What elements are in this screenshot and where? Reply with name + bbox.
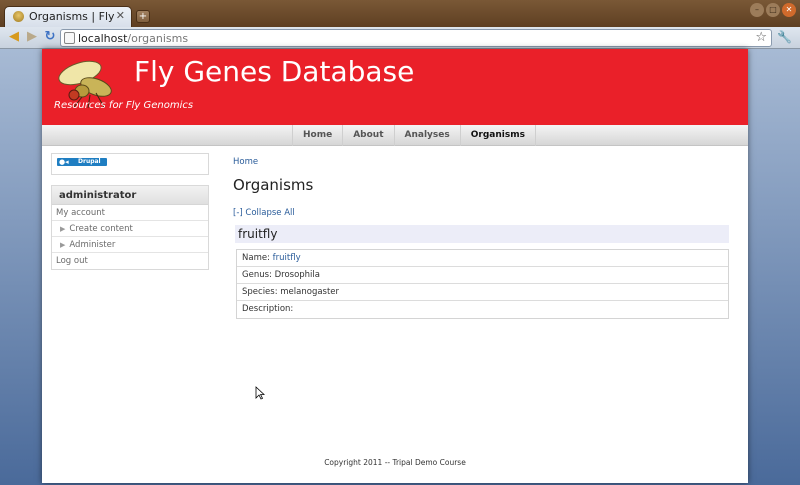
page-title: Organisms	[233, 176, 314, 194]
triangle-right-icon: ▶	[60, 241, 66, 249]
organism-details-table: Name: fruitfly Genus: Drosophila Species…	[236, 249, 729, 319]
triangle-right-icon: ▶	[60, 225, 66, 233]
new-tab-button[interactable]: +	[136, 10, 150, 23]
breadcrumb[interactable]: Home	[233, 157, 258, 167]
browser-viewport: Fly Genes Database Resources for Fly Gen…	[0, 49, 800, 485]
page-icon	[64, 32, 75, 44]
favicon-icon	[13, 11, 24, 22]
reload-icon[interactable]: ↻	[42, 29, 58, 45]
tab-close-icon[interactable]: ✕	[116, 9, 125, 22]
primary-nav-list: Home About Analyses Organisms	[292, 125, 536, 146]
maximize-icon[interactable]: □	[766, 3, 780, 17]
site-footer: Copyright 2011 -- Tripal Demo Course	[324, 458, 466, 467]
drupal-badge-label: Drupal	[78, 158, 101, 165]
page-container: Fly Genes Database Resources for Fly Gen…	[42, 49, 748, 483]
menu-item-label: Log out	[56, 256, 88, 266]
menu-item-create-content[interactable]: ▶ Create content	[52, 221, 208, 237]
wrench-menu-icon[interactable]: 🔧	[777, 30, 792, 44]
user-menu-block: administrator My account ▶ Create content…	[51, 185, 209, 270]
nav-item-about[interactable]: About	[342, 125, 393, 146]
back-icon[interactable]: ◀	[6, 29, 22, 45]
drupal-badge[interactable]: ●◂ Drupal	[57, 158, 107, 166]
browser-titlebar: Organisms | Fly Gene... ✕ + – □ ✕	[0, 0, 800, 27]
menu-item-my-account[interactable]: My account	[52, 205, 208, 221]
organism-genus-row: Genus: Drosophila	[237, 267, 728, 284]
nav-item-analyses[interactable]: Analyses	[393, 125, 460, 146]
site-header: Fly Genes Database Resources for Fly Gen…	[42, 49, 748, 125]
organism-name-row: Name: fruitfly	[237, 250, 728, 267]
organism-heading[interactable]: fruitfly	[235, 225, 729, 243]
site-slogan: Resources for Fly Genomics	[54, 100, 194, 111]
close-window-icon[interactable]: ✕	[782, 3, 796, 17]
user-block-title: administrator	[52, 186, 208, 205]
forward-icon[interactable]: ▶	[24, 29, 40, 45]
address-bar[interactable]: localhost/organisms ☆	[60, 29, 772, 47]
menu-item-administer[interactable]: ▶ Administer	[52, 237, 208, 253]
organism-description-row: Description:	[242, 304, 294, 314]
minimize-icon[interactable]: –	[750, 3, 764, 17]
name-label: Name:	[242, 253, 273, 263]
drupal-drop-icon: ●◂	[59, 158, 69, 166]
organism-name-link[interactable]: fruitfly	[273, 253, 301, 263]
site-name[interactable]: Fly Genes Database	[134, 55, 414, 88]
organism-species-row: Species: melanogaster	[237, 284, 728, 301]
bookmark-star-icon[interactable]: ☆	[755, 30, 767, 45]
menu-item-label: Administer	[69, 240, 116, 250]
menu-item-log-out[interactable]: Log out	[52, 253, 208, 269]
mouse-pointer-icon	[255, 386, 265, 400]
powered-by-block: ●◂ Drupal	[51, 153, 209, 175]
browser-tab[interactable]: Organisms | Fly Gene... ✕	[4, 6, 132, 27]
menu-item-label: Create content	[69, 224, 133, 234]
menu-item-label: My account	[56, 208, 105, 218]
nav-item-home[interactable]: Home	[292, 125, 342, 146]
browser-toolbar: ◀ ▶ ↻ localhost/organisms ☆ 🔧	[0, 27, 800, 49]
tab-title: Organisms | Fly Gene...	[29, 10, 117, 23]
url-path: /organisms	[127, 32, 189, 45]
primary-nav: Home About Analyses Organisms	[42, 125, 748, 146]
nav-item-organisms[interactable]: Organisms	[459, 125, 536, 146]
url-host: localhost	[78, 32, 128, 45]
collapse-all-link[interactable]: [-] Collapse All	[233, 208, 295, 218]
url-text[interactable]: localhost/organisms	[78, 32, 188, 45]
